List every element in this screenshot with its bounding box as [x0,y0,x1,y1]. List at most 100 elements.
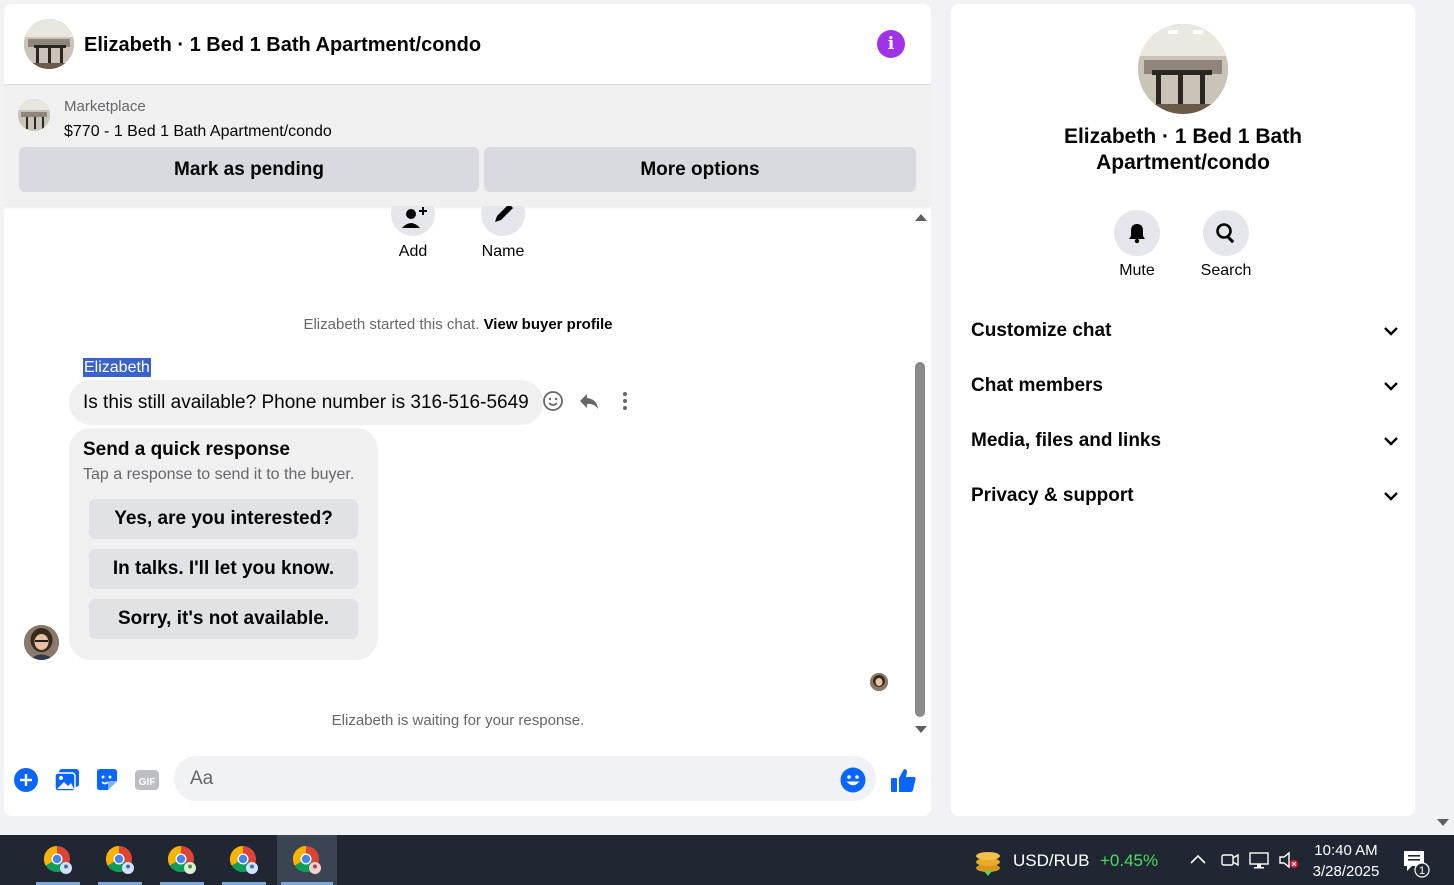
mark-as-pending-button[interactable]: Mark as pending [19,147,479,192]
page-scroll-down-arrow-icon[interactable] [1437,819,1449,826]
listing-name[interactable]: $770 - 1 Bed 1 Bath Apartment/condo [64,123,332,141]
gif-label: GIF [139,777,156,788]
info-title: Elizabeth · 1 Bed 1 Bath Apartment/condo [1063,125,1303,174]
add-people-button[interactable] [391,206,435,236]
message-input-placeholder: Aa [190,767,214,789]
quick-response-option[interactable]: Sorry, it's not available. [89,599,358,639]
reply-icon[interactable] [578,390,600,412]
chevron-down-icon [1384,492,1398,501]
notification-count: 1 [1419,865,1425,877]
sticker-icon[interactable] [93,766,121,794]
buyer-avatar[interactable] [24,625,59,660]
chevron-down-icon [1384,327,1398,336]
name-label: Name [481,243,525,260]
chrome-icon [229,845,258,874]
mute-button[interactable] [1114,210,1160,256]
mute-label: Mute [1119,262,1155,279]
listing-avatar[interactable] [24,19,74,69]
section-customize-chat[interactable]: Customize chat [971,311,1399,351]
message-actions [542,390,636,412]
quick-response-card: Send a quick response Tap a response to … [69,428,378,660]
message-text: Is this still available? Phone number is… [83,391,529,413]
meet-now-icon[interactable] [1220,850,1240,875]
quick-response-option[interactable]: Yes, are you interested? [89,499,358,539]
sender-name: Elizabeth [83,358,151,377]
listing-bar: Marketplace $770 - 1 Bed 1 Bath Apartmen… [4,85,931,206]
system-clock[interactable]: 10:40 AM 3/28/2025 [1305,840,1387,882]
view-buyer-profile-link[interactable]: View buyer profile [484,316,613,333]
info-avatar[interactable] [1138,24,1228,114]
section-media-files-links[interactable]: Media, files and links [971,421,1399,461]
network-icon[interactable] [1248,850,1270,875]
emoji-icon[interactable] [839,766,867,794]
mute-action[interactable]: Mute [1092,210,1182,280]
taskbar: USD/RUB +0.45% 10:40 AM 3/28/2025 1 [0,835,1454,885]
section-chat-members[interactable]: Chat members [971,366,1399,406]
search-button[interactable] [1203,210,1249,256]
message-input[interactable]: Aa [174,756,876,801]
scrollbar-thumb[interactable] [915,362,925,717]
taskbar-chrome-2[interactable] [94,835,146,885]
chevron-down-icon [1384,437,1398,446]
seen-indicator-avatar [870,673,888,691]
listing-thumbnail[interactable] [18,99,50,131]
section-privacy-support[interactable]: Privacy & support [971,476,1399,516]
notification-center-icon[interactable]: 1 [1402,848,1432,883]
pencil-icon [495,206,513,222]
chrome-icon [43,845,72,874]
react-icon[interactable] [542,390,564,412]
coins-icon[interactable] [972,846,1004,881]
name-chat-button[interactable] [481,206,525,236]
chat-header: Elizabeth · 1 Bed 1 Bath Apartment/condo… [4,4,931,85]
plus-circle-icon[interactable] [12,766,40,794]
chevron-up-icon[interactable] [1189,852,1207,871]
section-label: Media, files and links [971,430,1162,451]
chrome-icon [167,845,196,874]
thumbs-up-icon[interactable] [889,766,917,794]
taskbar-app-partial[interactable] [0,835,10,885]
add-person-icon [402,207,427,228]
message-composer: GIF Aa [4,756,931,806]
chevron-down-icon [1384,382,1398,391]
search-action[interactable]: Search [1181,210,1271,280]
message-bubble[interactable]: Is this still available? Phone number is… [69,380,543,425]
chat-started-text: Elizabeth started this chat. [303,316,480,333]
section-label: Customize chat [971,320,1112,341]
photo-icon[interactable] [53,766,81,794]
waiting-notice: Elizabeth is waiting for your response. [331,712,585,729]
search-label: Search [1200,262,1252,279]
clock-time: 10:40 AM [1314,842,1378,859]
chrome-icon [105,845,134,874]
chrome-icon [292,845,321,874]
app-icon [0,850,4,870]
conversation-info-panel: Elizabeth · 1 Bed 1 Bath Apartment/condo… [951,4,1415,816]
more-vertical-icon[interactable] [614,390,636,412]
message-scrollbar[interactable] [912,212,928,742]
quick-response-subtitle: Tap a response to send it to the buyer. [83,466,355,483]
gif-icon[interactable]: GIF [133,766,161,794]
add-label: Add [398,243,428,260]
clock-date: 3/28/2025 [1312,863,1380,880]
listing-source: Marketplace [64,98,146,115]
ticker-change: +0.45% [1100,851,1159,870]
ticker-name[interactable]: USD/RUB [1013,851,1090,871]
scroll-up-arrow-icon[interactable] [915,214,927,221]
chat-panel: Elizabeth · 1 Bed 1 Bath Apartment/condo… [4,4,931,816]
quick-response-option[interactable]: In talks. I'll let you know. [89,549,358,589]
quick-response-title: Send a quick response [83,439,290,460]
search-icon [1216,223,1235,244]
section-label: Privacy & support [971,485,1134,506]
taskbar-chrome-5-active[interactable] [277,835,337,885]
taskbar-chrome-4[interactable] [218,835,270,885]
message-list: Add Name Elizabeth started this chat. Vi… [4,206,931,746]
info-icon[interactable]: i [877,30,905,58]
taskbar-chrome-3[interactable] [156,835,208,885]
scroll-down-arrow-icon[interactable] [915,726,927,733]
chat-started-notice: Elizabeth started this chat. View buyer … [4,316,912,333]
section-label: Chat members [971,375,1103,396]
taskbar-chrome-1[interactable] [32,835,84,885]
more-options-button[interactable]: More options [484,147,916,192]
chat-title[interactable]: Elizabeth · 1 Bed 1 Bath Apartment/condo [84,34,481,57]
bell-icon [1129,224,1145,244]
volume-muted-icon[interactable] [1278,850,1300,875]
